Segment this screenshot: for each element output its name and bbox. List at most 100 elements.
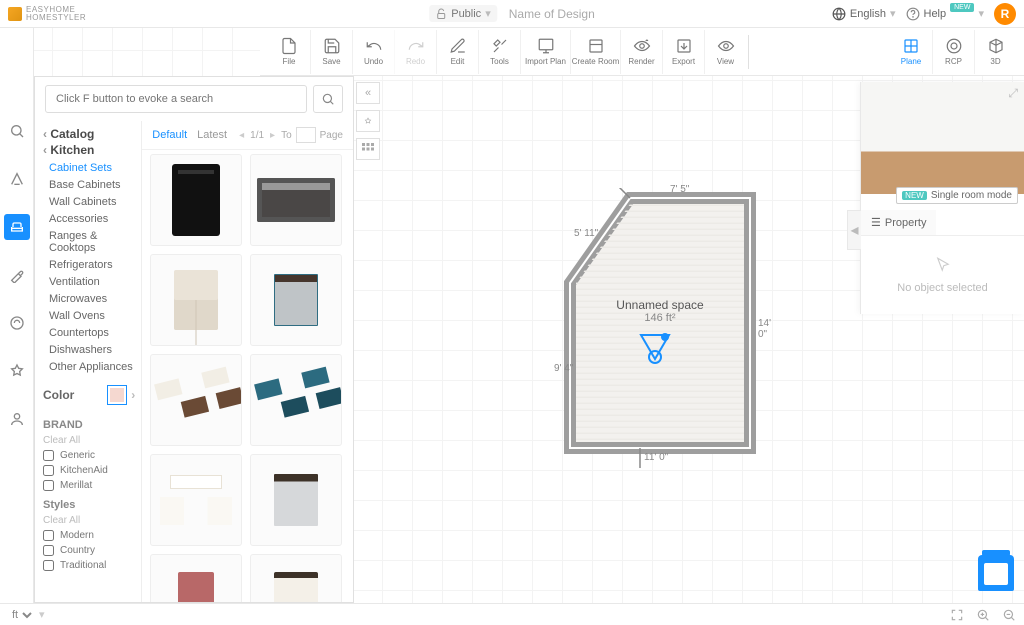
category-ranges-cooktops[interactable]: Ranges & Cooktops [49,230,135,254]
fullscreen-button[interactable] [950,608,964,622]
toolbar-import[interactable]: Import Plan [520,30,570,74]
dimension-right: 14' 0" [758,318,771,340]
rail-favorites[interactable] [4,358,30,384]
toolbar-3d[interactable]: 3D [974,30,1016,74]
toolbar-file[interactable]: File [268,30,310,74]
category-dishwashers[interactable]: Dishwashers [49,344,135,356]
brand-merillat[interactable]: Merillat [43,480,135,491]
design-name-field[interactable]: Name of Design [509,7,595,21]
rail-profile[interactable] [4,406,30,432]
style-traditional[interactable]: Traditional [43,560,135,571]
tab-default[interactable]: Default [152,129,187,141]
toolbar-tools[interactable]: Tools [478,30,520,74]
style-modern[interactable]: Modern [43,530,135,541]
product-card[interactable] [150,154,242,246]
unit-select[interactable]: ft [8,608,35,622]
avatar[interactable]: R [994,3,1016,25]
rail-decorate[interactable] [4,262,30,288]
app-logo[interactable]: EASYHOME HOMESTYLER [8,6,86,22]
import-icon [536,37,556,55]
page-input[interactable] [296,127,316,143]
product-card[interactable] [150,254,242,346]
catalog-tree: Catalog Kitchen Cabinet Sets Base Cabinet… [35,121,141,602]
room-mode-label: Single room mode [931,190,1012,201]
breadcrumb-kitchen[interactable]: Kitchen [43,143,135,157]
language-label: English [850,8,886,20]
toolbar-save[interactable]: Save [310,30,352,74]
page-indicator: 1/1 [250,130,264,141]
category-wall-cabinets[interactable]: Wall Cabinets [49,196,135,208]
rail-furniture[interactable] [4,214,30,240]
category-other-appliances[interactable]: Other Appliances [49,361,135,373]
brand-generic[interactable]: Generic [43,450,135,461]
page-to-label: To [281,130,292,141]
product-card[interactable] [250,554,342,602]
category-wall-ovens[interactable]: Wall Ovens [49,310,135,322]
product-card[interactable] [150,454,242,546]
product-card[interactable] [150,354,242,446]
product-card[interactable] [250,354,342,446]
category-ventilation[interactable]: Ventilation [49,276,135,288]
category-countertops[interactable]: Countertops [49,327,135,339]
product-card[interactable] [250,154,342,246]
archive-button[interactable] [978,555,1014,591]
visibility-button[interactable]: Public ▾ [429,5,497,22]
chevron-right-icon[interactable]: › [131,388,135,402]
product-card[interactable] [150,554,242,602]
language-button[interactable]: English ▾ [832,7,896,21]
search-input[interactable] [45,85,307,113]
toolbar-edit-label: Edit [451,57,465,66]
room-mode-chip[interactable]: NEW Single room mode [896,187,1018,204]
toolbar-rcp[interactable]: RCP [932,30,974,74]
toolbar-edit[interactable]: Edit [436,30,478,74]
color-swatch[interactable] [107,385,127,405]
breadcrumb-catalog[interactable]: Catalog [43,127,135,141]
help-label: Help [924,8,947,20]
search-button[interactable] [313,85,343,113]
category-refrigerators[interactable]: Refrigerators [49,259,135,271]
room-shape[interactable]: Unnamed space 146 ft² 7' 5" 5' 11" 9' 4"… [560,188,760,468]
category-accessories[interactable]: Accessories [49,213,135,225]
new-badge: NEW [950,3,974,12]
tab-property[interactable]: ☰Property [861,210,936,235]
panel-fold-button[interactable]: ◂ [847,210,861,250]
tab-latest[interactable]: Latest [197,129,227,141]
panel-collapse-button[interactable]: « [356,82,380,104]
undo-icon [364,37,384,55]
help-button[interactable]: Help NEW ▾ [906,7,985,21]
color-label: Color [43,388,74,402]
save-icon [322,37,342,55]
globe-icon [832,7,846,21]
catalog-panel: Catalog Kitchen Cabinet Sets Base Cabinet… [34,76,354,603]
toolbar-redo-label: Redo [406,57,425,66]
page-prev[interactable]: ◂ [237,130,246,141]
product-card[interactable] [250,454,342,546]
pin-button[interactable] [356,110,380,132]
page-next[interactable]: ▸ [268,130,277,141]
zoom-in-button[interactable] [976,608,990,622]
grid-view-button[interactable] [356,138,380,160]
toolbar-create[interactable]: Create Room [570,30,620,74]
zoom-out-button[interactable] [1002,608,1016,622]
expand-icon[interactable]: ⤢ [1008,86,1018,101]
toolbar-render[interactable]: Render [620,30,662,74]
rail-build[interactable] [4,166,30,192]
category-base-cabinets[interactable]: Base Cabinets [49,179,135,191]
cursor-icon [934,256,952,274]
preview-3d[interactable]: ⤢ NEW Single room mode [861,82,1024,194]
product-card[interactable] [250,254,342,346]
toolbar-plane[interactable]: Plane [890,30,932,74]
brand-kitchenaid[interactable]: KitchenAid [43,465,135,476]
toolbar-undo[interactable]: Undo [352,30,394,74]
style-country[interactable]: Country [43,545,135,556]
toolbar-plane-label: Plane [901,57,921,66]
toolbar-view[interactable]: View [704,30,746,74]
category-microwaves[interactable]: Microwaves [49,293,135,305]
category-cabinet-sets[interactable]: Cabinet Sets [49,162,135,174]
styles-header: Styles [43,499,135,511]
rail-search[interactable] [4,118,30,144]
rail-render[interactable] [4,310,30,336]
toolbar-export[interactable]: Export [662,30,704,74]
clear-brand[interactable]: Clear All [43,435,135,446]
toolbar-create-label: Create Room [572,57,620,66]
